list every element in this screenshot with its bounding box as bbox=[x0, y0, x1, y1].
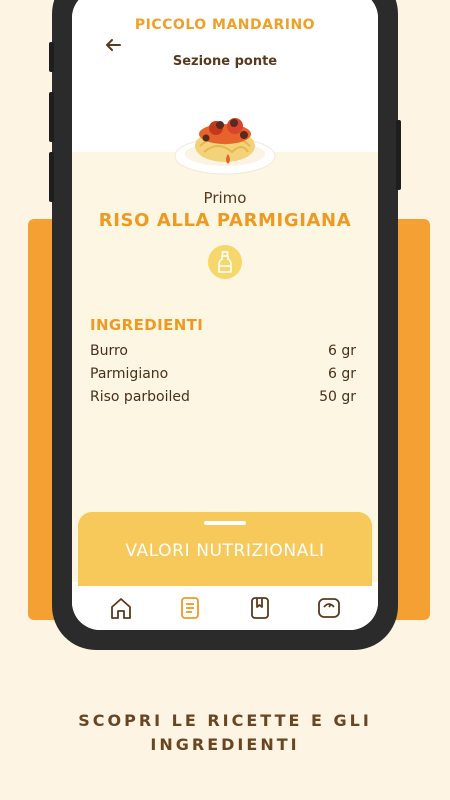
ingredient-qty: 50 gr bbox=[319, 389, 356, 405]
ingredient-qty: 6 gr bbox=[328, 343, 356, 359]
ingredient-name: Parmigiano bbox=[90, 366, 169, 382]
promo-caption: SCOPRI LE RICETTE E GLI INGREDIENTI bbox=[78, 711, 372, 754]
ingredient-qty: 6 gr bbox=[328, 366, 356, 382]
ingredient-row: Parmigiano 6 gr bbox=[90, 363, 356, 386]
restaurant-title: PICCOLO MANDARINO bbox=[134, 17, 316, 33]
recipe-name: RISO ALLA PARMIGIANA bbox=[98, 210, 352, 231]
ingredient-row: Burro 6 gr bbox=[90, 340, 356, 363]
pasta-plate-illustration bbox=[172, 108, 278, 178]
scale-icon[interactable] bbox=[314, 593, 344, 623]
ingredients-list: Burro 6 gr Parmigiano 6 gr Riso parboile… bbox=[90, 340, 356, 409]
arrow-left-icon[interactable] bbox=[102, 34, 124, 56]
bottle-icon bbox=[208, 245, 242, 279]
nutrition-values-label[interactable]: VALORI NUTRIZIONALI bbox=[78, 541, 372, 561]
bottom-nav bbox=[72, 586, 378, 630]
ingredient-name: Riso parboiled bbox=[90, 389, 190, 405]
ingredient-name: Burro bbox=[90, 343, 129, 359]
drag-handle[interactable] bbox=[204, 521, 246, 525]
bookmark-book-icon[interactable] bbox=[245, 593, 275, 623]
ingredient-row: Riso parboiled 50 gr bbox=[90, 386, 356, 409]
document-icon[interactable] bbox=[175, 593, 205, 623]
course-label: Primo bbox=[203, 189, 247, 207]
section-subtitle: Sezione ponte bbox=[172, 54, 278, 69]
phone-screen: PICCOLO MANDARINO Sezione ponte Primo RI… bbox=[72, 0, 378, 630]
ingredients-title: INGREDIENTI bbox=[90, 316, 204, 334]
home-icon[interactable] bbox=[106, 593, 136, 623]
